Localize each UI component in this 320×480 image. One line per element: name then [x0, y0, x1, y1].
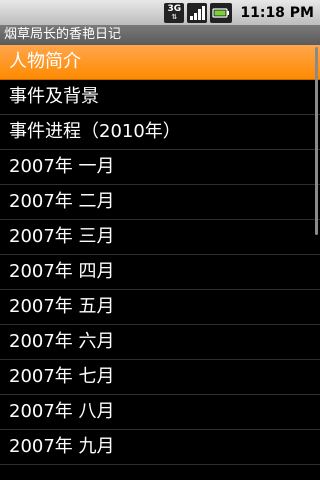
- list-item[interactable]: 2007年 八月: [0, 395, 320, 430]
- list-item[interactable]: 人物简介: [0, 45, 320, 80]
- list-item[interactable]: 2007年 五月: [0, 290, 320, 325]
- list-item[interactable]: 2007年 一月: [0, 150, 320, 185]
- clock: 11:18 PM: [240, 4, 314, 21]
- list-item[interactable]: 2007年 三月: [0, 220, 320, 255]
- scrollbar[interactable]: [315, 47, 318, 235]
- list-item[interactable]: 事件及背景: [0, 80, 320, 115]
- signal-icon: [187, 2, 208, 23]
- menu-list[interactable]: 人物简介 事件及背景 事件进程（2010年） 2007年 一月 2007年 二月…: [0, 45, 320, 480]
- app-title: 烟草局长的香艳日记: [0, 25, 320, 45]
- list-item[interactable]: 2007年 四月: [0, 255, 320, 290]
- status-bar: 3G ⇅ 11:18 PM: [0, 0, 320, 25]
- battery-icon: [210, 2, 233, 23]
- 3g-icon: 3G ⇅: [164, 2, 185, 23]
- list-item[interactable]: 2007年 六月: [0, 325, 320, 360]
- list-item[interactable]: 2007年 七月: [0, 360, 320, 395]
- list-item[interactable]: 事件进程（2010年）: [0, 115, 320, 150]
- list-item[interactable]: 2007年 九月: [0, 430, 320, 465]
- list-item[interactable]: 2007年 二月: [0, 185, 320, 220]
- data-arrows-icon: ⇅: [171, 13, 178, 21]
